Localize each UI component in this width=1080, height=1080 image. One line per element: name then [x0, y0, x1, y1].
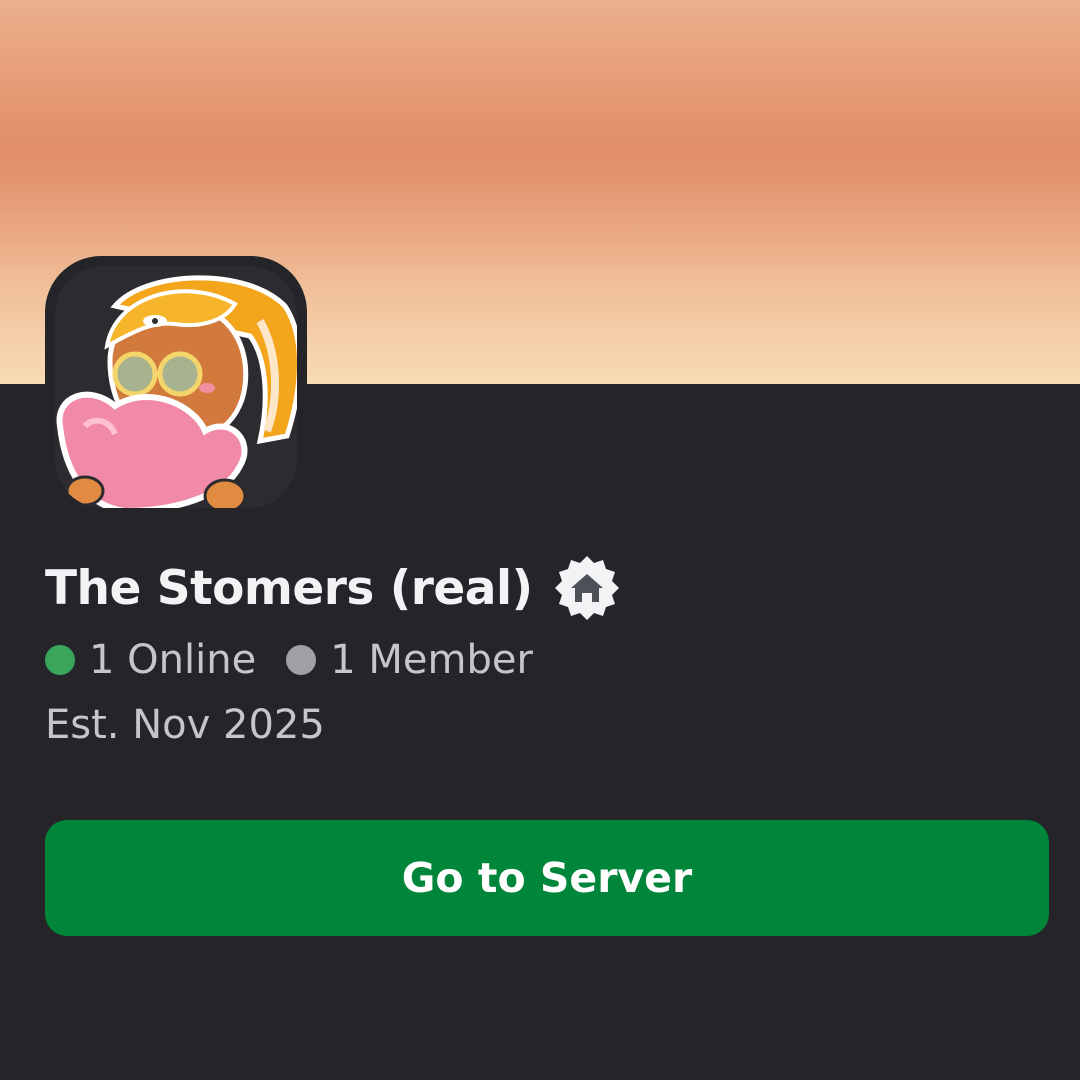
go-to-server-button[interactable]: Go to Server — [45, 820, 1049, 936]
server-name-row: The Stomers (real) — [45, 552, 621, 624]
online-status-dot — [45, 645, 75, 675]
server-stats: 1 Online 1 Member — [45, 630, 533, 690]
home-badge-icon — [554, 556, 619, 620]
server-avatar-frame — [45, 256, 307, 518]
online-count: 1 Online — [89, 637, 257, 683]
server-card: The Stomers (real) 1 Online 1 Member Est… — [0, 0, 1080, 1080]
member-status-dot — [286, 645, 317, 675]
server-avatar-illustration — [55, 266, 297, 508]
server-name: The Stomers (real) — [45, 560, 533, 616]
member-count: 1 Member — [330, 637, 533, 683]
established-date: Est. Nov 2025 — [45, 702, 325, 748]
server-avatar — [55, 266, 297, 508]
